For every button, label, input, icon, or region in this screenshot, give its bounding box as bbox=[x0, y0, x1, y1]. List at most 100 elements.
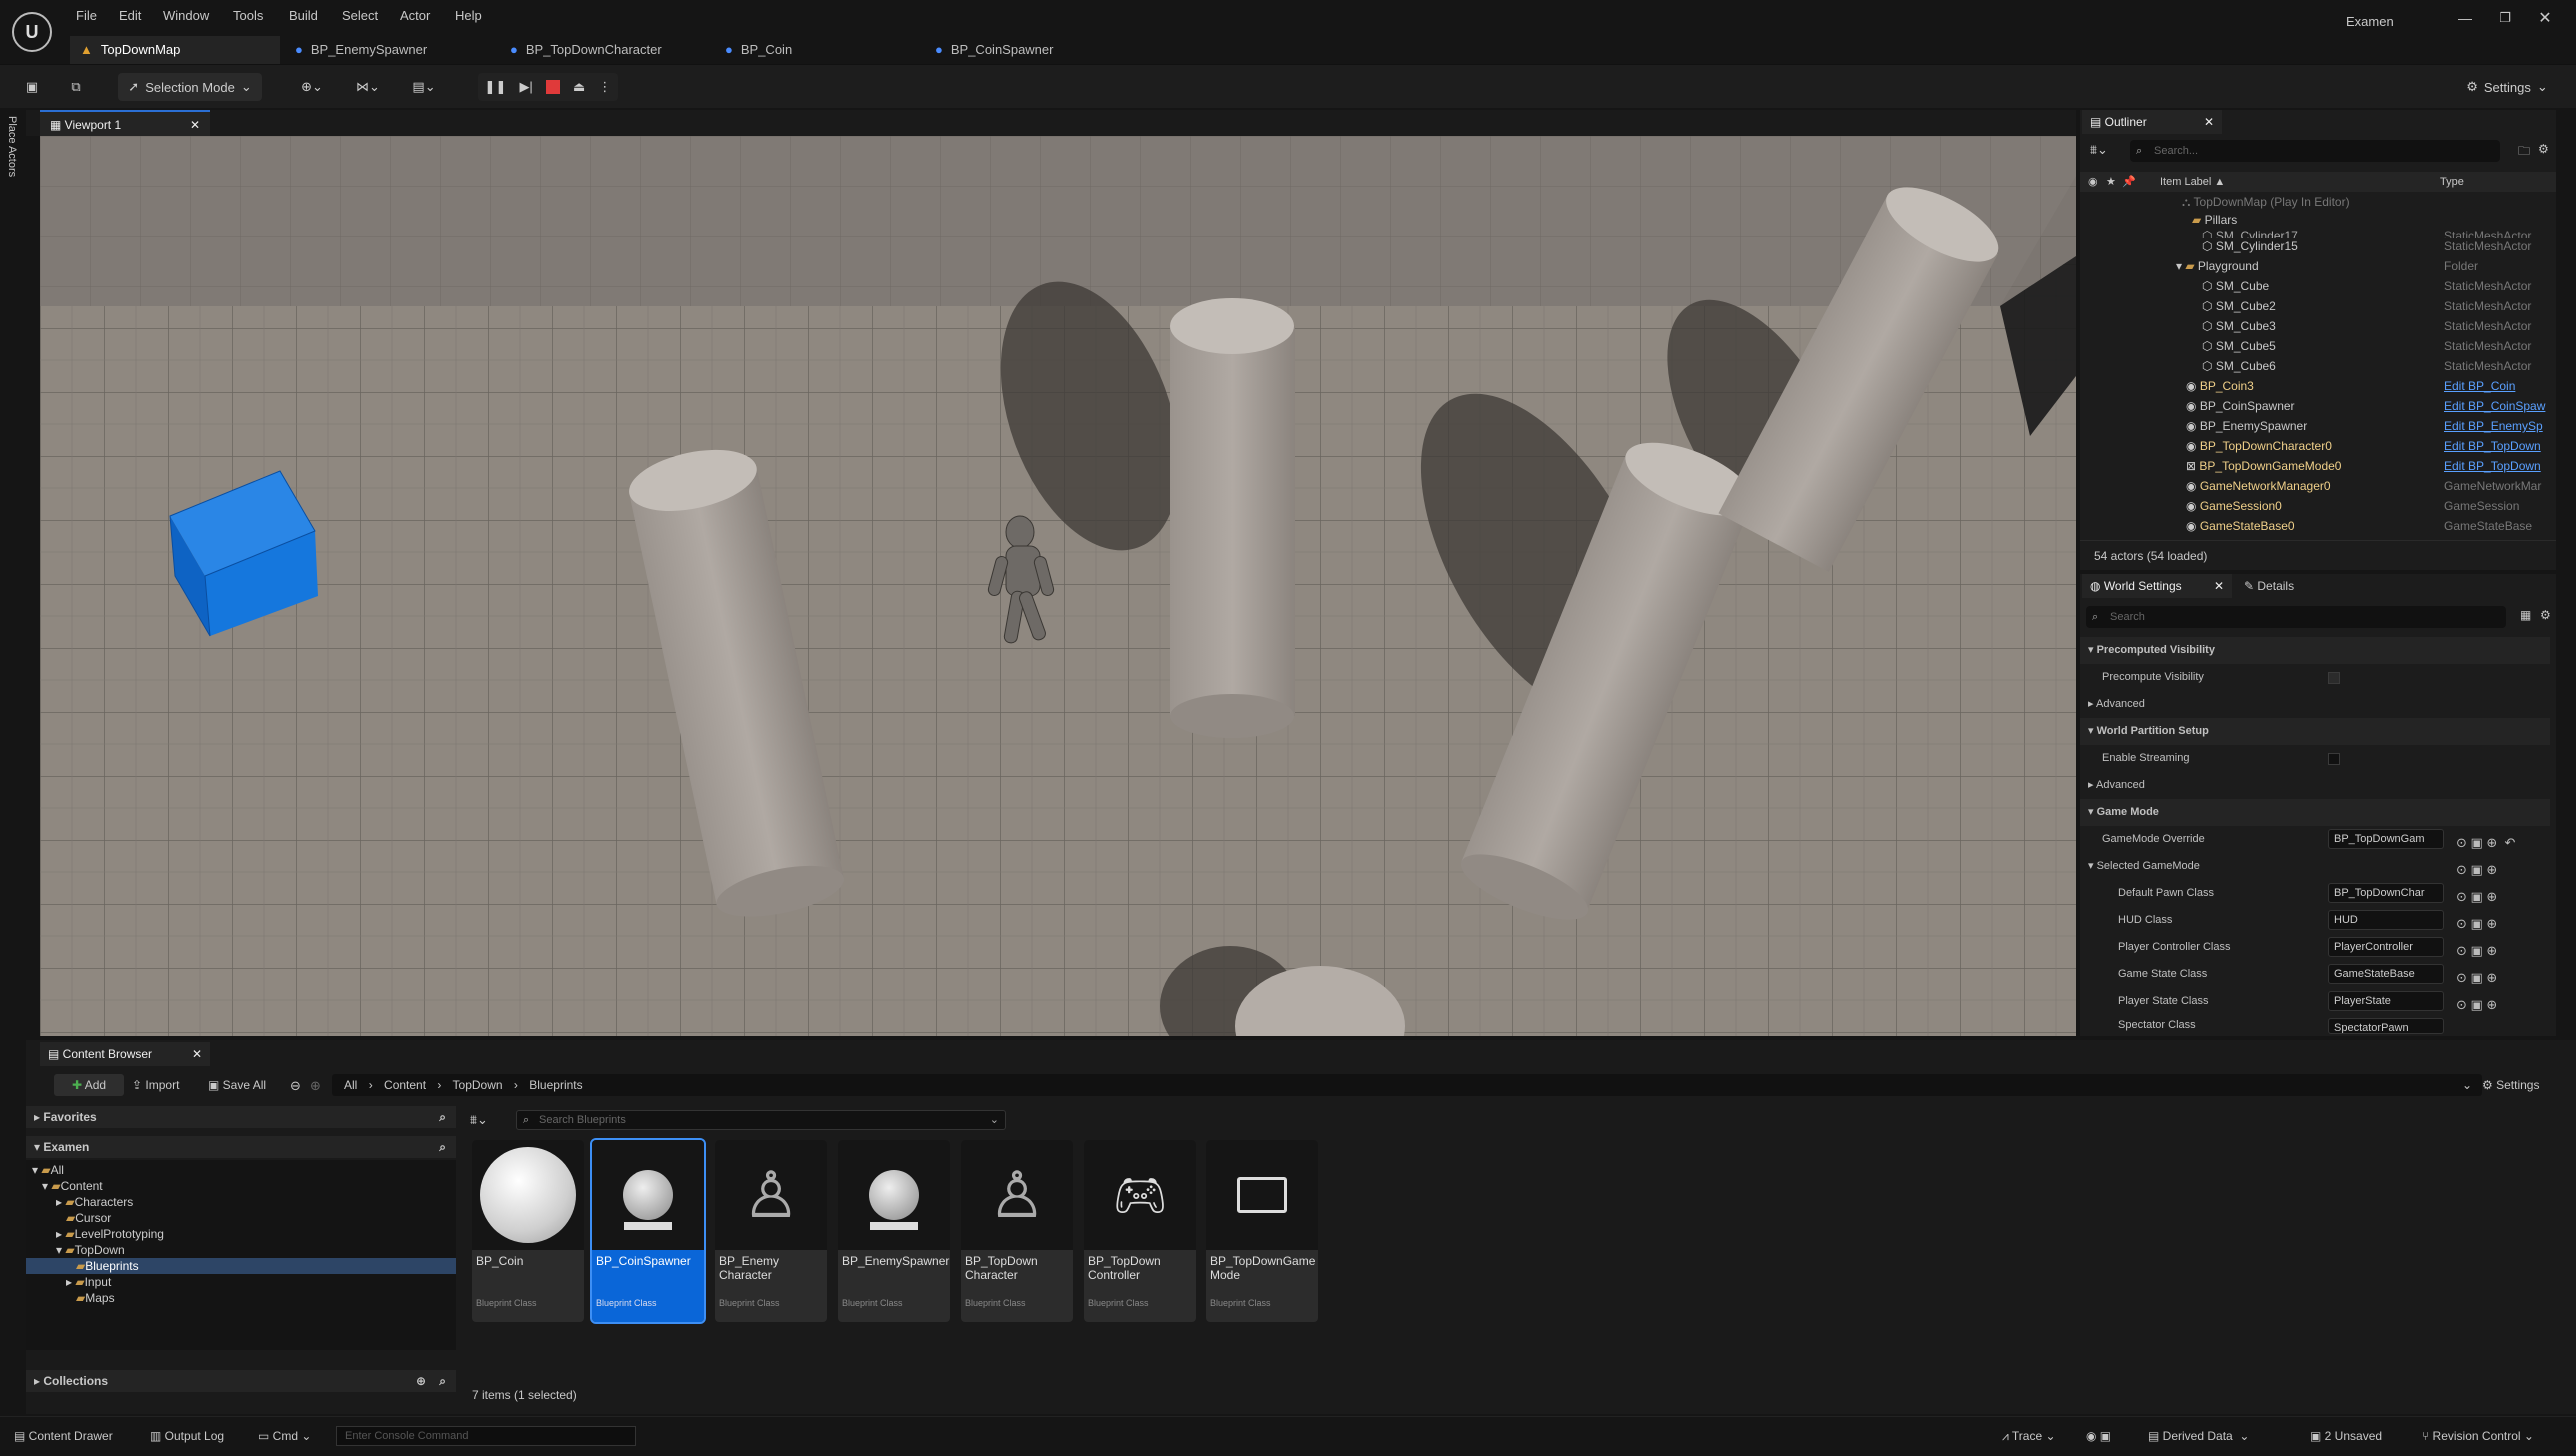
tab-bp-topdowncharacter[interactable]: ● BP_TopDownCharacter bbox=[500, 36, 710, 64]
tree-item-input[interactable]: ▸ ▰Input bbox=[66, 1274, 111, 1290]
browse-icon[interactable]: ⊙ ▣ ⊕ ↶ bbox=[2456, 829, 2556, 856]
tree-row[interactable]: ⊠ BP_TopDownGameMode0 Edit BP_TopDown bbox=[2080, 456, 2550, 476]
tree-item-cursor[interactable]: ▰Cursor bbox=[66, 1210, 111, 1226]
output-log-button[interactable]: ▥ Output Log bbox=[150, 1421, 224, 1451]
player-controller-combo[interactable]: PlayerController bbox=[2328, 937, 2444, 957]
browse-icon[interactable]: ⊙ ▣ ⊕ bbox=[2456, 883, 2556, 910]
section-world-partition[interactable]: ▾ World Partition Setup bbox=[2080, 718, 2550, 745]
minimize-icon[interactable]: — bbox=[2450, 6, 2480, 30]
menu-build[interactable]: Build bbox=[289, 8, 318, 23]
checkbox[interactable] bbox=[2328, 753, 2340, 765]
section-game-mode[interactable]: ▾ Game Mode bbox=[2080, 799, 2550, 826]
save-icon[interactable]: ▣ bbox=[18, 73, 46, 101]
selection-mode-dropdown[interactable]: ➚ Selection Mode ⌄ bbox=[118, 73, 262, 101]
trace-dropdown[interactable]: ⩘ Trace ⌄ bbox=[2002, 1421, 2056, 1451]
close-icon[interactable]: ✕ bbox=[2214, 574, 2224, 598]
search-icon[interactable]: ⌕ bbox=[439, 1106, 446, 1128]
tree-row[interactable]: ◉ GameNetworkManager0 GameNetworkMar bbox=[2080, 476, 2550, 496]
tree-row[interactable]: ◉ GameStateBase0 GameStateBase bbox=[2080, 516, 2550, 536]
tree-row[interactable]: ⬡ SM_Cube5 StaticMeshActor bbox=[2080, 336, 2550, 356]
asset-tile[interactable]: ♙ BP_Enemy Character Blueprint Class bbox=[715, 1140, 827, 1322]
breadcrumb-all[interactable]: All bbox=[344, 1078, 357, 1092]
unreal-logo-icon[interactable]: U bbox=[12, 12, 52, 52]
breadcrumb-blueprints[interactable]: Blueprints bbox=[529, 1078, 582, 1092]
col-type[interactable]: Type bbox=[2440, 172, 2464, 192]
tab-bp-enemyspawner[interactable]: ● BP_EnemySpawner bbox=[285, 36, 495, 64]
search-icon[interactable]: ⌕ bbox=[439, 1136, 446, 1158]
tree-row[interactable]: ⬡ SM_Cube3 StaticMeshActor bbox=[2080, 316, 2550, 336]
maximize-icon[interactable]: ❐ bbox=[2490, 6, 2520, 30]
derived-data-button[interactable]: ▤ Derived Data ⌄ bbox=[2148, 1421, 2249, 1451]
cb-settings-button[interactable]: ⚙ Settings bbox=[2482, 1074, 2539, 1096]
close-icon[interactable]: ✕ bbox=[2204, 110, 2214, 134]
table-view-icon[interactable]: ▦ bbox=[2520, 608, 2531, 622]
tree-row[interactable]: ⬡ SM_Cylinder15 StaticMeshActor bbox=[2080, 236, 2550, 256]
hud-class-combo[interactable]: HUD bbox=[2328, 910, 2444, 930]
tab-bp-coinspawner[interactable]: ● BP_CoinSpawner bbox=[925, 36, 1135, 64]
gear-icon[interactable]: ⚙ bbox=[2538, 142, 2549, 156]
tree-row[interactable]: ◉ BP_EnemySpawner Edit BP_EnemySp bbox=[2080, 416, 2550, 436]
asset-tile-selected[interactable]: BP_CoinSpawner Blueprint Class bbox=[590, 1138, 706, 1324]
back-icon[interactable]: ⊖ bbox=[290, 1078, 301, 1094]
eye-icon[interactable]: ◉ bbox=[2088, 172, 2098, 192]
menu-edit[interactable]: Edit bbox=[119, 8, 141, 23]
revision-control-button[interactable]: ⑂ Revision Control ⌄ bbox=[2422, 1421, 2534, 1451]
tree-row[interactable]: ◉ BP_TopDownCharacter0 Edit BP_TopDown bbox=[2080, 436, 2550, 456]
source-control-icon[interactable]: ⧉ bbox=[62, 73, 90, 101]
more-icon[interactable]: ⋮ bbox=[598, 79, 611, 95]
content-drawer-button[interactable]: ▤ Content Drawer bbox=[14, 1421, 113, 1451]
import-button[interactable]: ⇪ Import bbox=[132, 1074, 179, 1096]
tree-item-all[interactable]: ▾ ▰All bbox=[32, 1162, 64, 1178]
add-folder-icon[interactable]: 🗀 bbox=[2518, 142, 2530, 163]
record-icon[interactable]: ◉ ▣ bbox=[2086, 1421, 2111, 1451]
asset-tile[interactable]: ♙ BP_TopDown Character Blueprint Class bbox=[961, 1140, 1073, 1322]
chevron-down-icon[interactable]: ⌄ bbox=[2462, 1074, 2472, 1096]
tree-item-blueprints[interactable]: ▰Blueprints bbox=[26, 1258, 456, 1274]
asset-search-input[interactable]: ⌕ Search Blueprints ⌄ bbox=[516, 1110, 1006, 1130]
filter-icon[interactable]: ⩩⌄ bbox=[2090, 142, 2108, 158]
close-icon[interactable]: ✕ bbox=[190, 112, 200, 138]
tab-world-settings[interactable]: ◍ World Settings ✕ bbox=[2082, 574, 2232, 598]
stop-icon[interactable] bbox=[545, 80, 560, 94]
tree-row[interactable]: ⬡ SM_Cube StaticMeshActor bbox=[2080, 276, 2550, 296]
sub-advanced[interactable]: ▸ Advanced bbox=[2080, 772, 2550, 799]
search-icon[interactable]: ⌕ bbox=[439, 1370, 446, 1392]
tree-row[interactable]: ⬡ SM_Cube6 StaticMeshActor bbox=[2080, 356, 2550, 376]
frame-skip-icon[interactable]: ▶| bbox=[519, 79, 532, 95]
gear-icon[interactable]: ⚙ bbox=[2540, 608, 2551, 622]
filter-icon[interactable]: ⩩⌄ bbox=[470, 1112, 488, 1128]
eject-icon[interactable]: ⏏ bbox=[573, 79, 585, 95]
cinematics-icon[interactable]: ▤⌄ bbox=[404, 73, 444, 101]
tree-item-topdown[interactable]: ▾ ▰TopDown bbox=[56, 1242, 125, 1258]
default-pawn-combo[interactable]: BP_TopDownChar bbox=[2328, 883, 2444, 903]
edit-blueprint-link[interactable]: Edit BP_TopDown bbox=[2444, 456, 2541, 476]
menu-tools[interactable]: Tools bbox=[233, 8, 263, 23]
favorites-header[interactable]: ▸ Favorites ⌕ bbox=[26, 1106, 456, 1128]
tree-item-maps[interactable]: ▰Maps bbox=[76, 1290, 115, 1306]
edit-blueprint-link[interactable]: Edit BP_TopDown bbox=[2444, 436, 2541, 456]
unsaved-button[interactable]: ▣ 2 Unsaved bbox=[2310, 1421, 2382, 1451]
edit-blueprint-link[interactable]: Edit BP_Coin bbox=[2444, 376, 2515, 396]
browse-icon[interactable]: ⊙ ▣ ⊕ bbox=[2456, 856, 2556, 883]
blueprint-menu-icon[interactable]: ⋈⌄ bbox=[348, 73, 388, 101]
tab-outliner[interactable]: ▤ Outliner ✕ bbox=[2082, 110, 2222, 134]
menu-actor[interactable]: Actor bbox=[400, 8, 430, 23]
tree-row[interactable]: ◉ GameSession0 GameSession bbox=[2080, 496, 2550, 516]
star-icon[interactable]: ★ bbox=[2106, 172, 2116, 192]
forward-icon[interactable]: ⊕ bbox=[310, 1078, 321, 1094]
add-actor-icon[interactable]: ⊕⌄ bbox=[292, 73, 332, 101]
tab-topdownmap[interactable]: ▲ TopDownMap bbox=[70, 36, 280, 64]
asset-tile[interactable]: BP_EnemySpawner Blueprint Class bbox=[838, 1140, 950, 1322]
tree-item-characters[interactable]: ▸ ▰Characters bbox=[56, 1194, 133, 1210]
level-viewport[interactable] bbox=[40, 136, 2076, 1036]
breadcrumb-content[interactable]: Content bbox=[384, 1078, 426, 1092]
outliner-search-input[interactable]: ⌕ Search... bbox=[2130, 140, 2500, 162]
settings-button[interactable]: ⚙ Settings ⌄ bbox=[2452, 73, 2562, 101]
tab-bp-coin[interactable]: ● BP_Coin bbox=[715, 36, 925, 64]
tab-details[interactable]: ✎ Details bbox=[2236, 574, 2346, 598]
console-input[interactable]: Enter Console Command bbox=[336, 1426, 636, 1446]
menu-help[interactable]: Help bbox=[455, 8, 482, 23]
tree-row[interactable]: ◉ BP_Coin3 Edit BP_Coin bbox=[2080, 376, 2550, 396]
edit-blueprint-link[interactable]: Edit BP_CoinSpaw bbox=[2444, 396, 2545, 416]
edit-blueprint-link[interactable]: Edit BP_EnemySp bbox=[2444, 416, 2543, 436]
